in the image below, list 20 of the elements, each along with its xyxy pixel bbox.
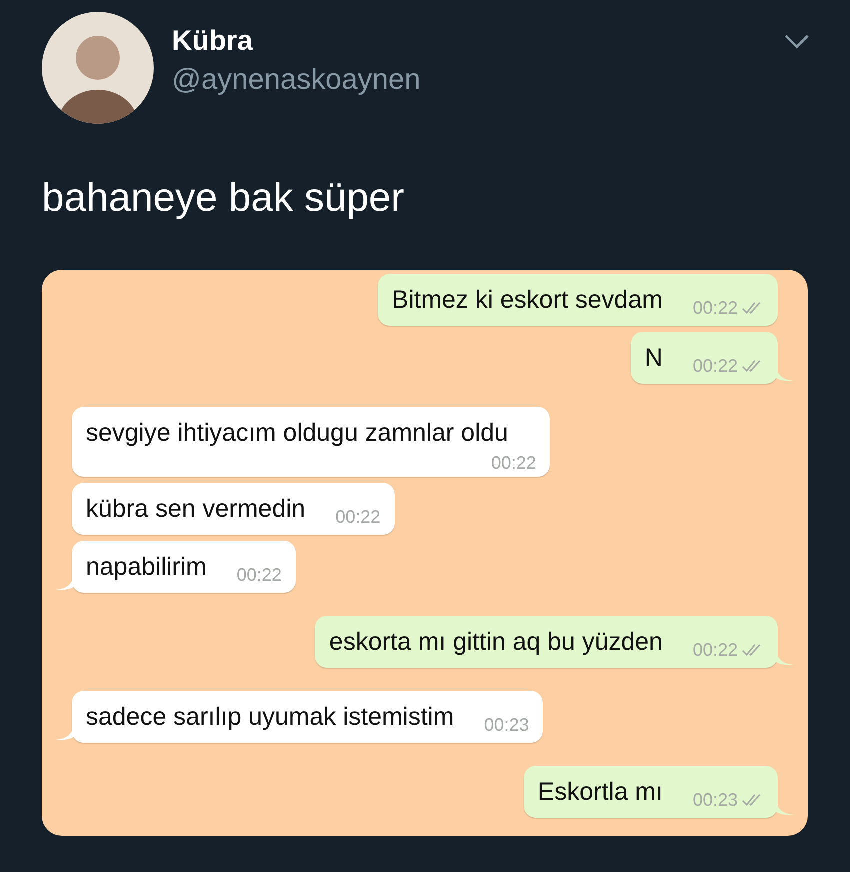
- tweet-text: bahaneye bak süper: [42, 175, 406, 222]
- message-text: eskorta mı gittin aq bu yüzden: [329, 627, 663, 658]
- chevron-down-icon[interactable]: [784, 34, 810, 50]
- message-time: 00:23: [692, 789, 738, 812]
- user-handle: @aynenaskoaynen: [172, 63, 422, 98]
- message-time: 00:22: [236, 564, 282, 587]
- message-time: 00:22: [336, 506, 381, 529]
- message-time: 00:23: [484, 714, 530, 737]
- message-time: 00:22: [692, 297, 738, 320]
- message-time: 00:22: [491, 452, 536, 475]
- message-time: 00:22: [692, 355, 738, 378]
- message-text: kübra sen vermedin: [86, 494, 306, 525]
- message-text: Bitmez ki eskort sevdam: [392, 285, 663, 316]
- user-name: Kübra: [172, 24, 254, 58]
- message-text: Eskortla mı: [538, 777, 663, 808]
- message-time: 00:22: [692, 639, 738, 662]
- message-text: N: [644, 343, 663, 374]
- message-text: sadece sarılıp uyumak istemistim: [86, 702, 454, 733]
- message-text: napabilirim: [86, 552, 207, 583]
- message-text: sevgiye ihtiyacım oldugu zamnlar oldu: [86, 418, 510, 449]
